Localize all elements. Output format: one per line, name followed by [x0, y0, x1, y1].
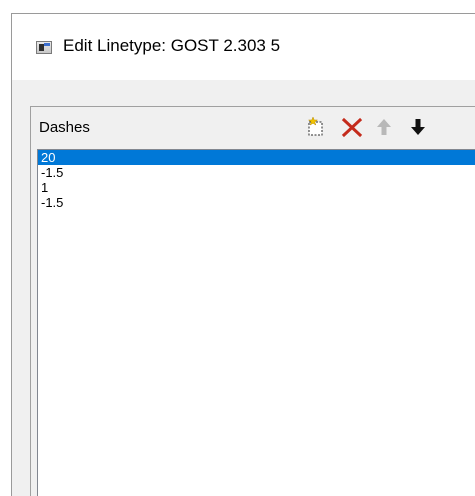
app-icon: [36, 41, 52, 54]
dash-item-1[interactable]: 20: [38, 150, 475, 165]
new-icon: [307, 116, 323, 136]
move-up-button[interactable]: [371, 113, 397, 141]
move-down-icon: [411, 119, 425, 135]
window-title: Edit Linetype: GOST 2.303 5: [63, 36, 281, 55]
dashes-panel: Dashes 20 -1.5 1 -1.5: [30, 106, 475, 496]
screen: Edit Linetype: GOST 2.303 5 Dashes 20 -1…: [0, 0, 475, 496]
delete-dash-button[interactable]: [339, 113, 365, 141]
dash-item-2[interactable]: -1.5: [38, 165, 475, 180]
dashes-list[interactable]: 20 -1.5 1 -1.5: [37, 149, 475, 496]
title-bar: Edit Linetype: GOST 2.303 5: [12, 14, 475, 80]
dash-item-3[interactable]: 1: [38, 180, 475, 195]
dashes-header: Dashes: [31, 107, 475, 147]
edit-linetype-dialog: Edit Linetype: GOST 2.303 5 Dashes 20 -1…: [11, 13, 475, 496]
dash-item-4[interactable]: -1.5: [38, 195, 475, 210]
move-down-button[interactable]: [405, 113, 431, 141]
dashes-label: Dashes: [39, 119, 90, 136]
move-up-icon: [377, 119, 391, 135]
new-dash-button[interactable]: [303, 113, 329, 141]
delete-icon: [341, 117, 363, 138]
